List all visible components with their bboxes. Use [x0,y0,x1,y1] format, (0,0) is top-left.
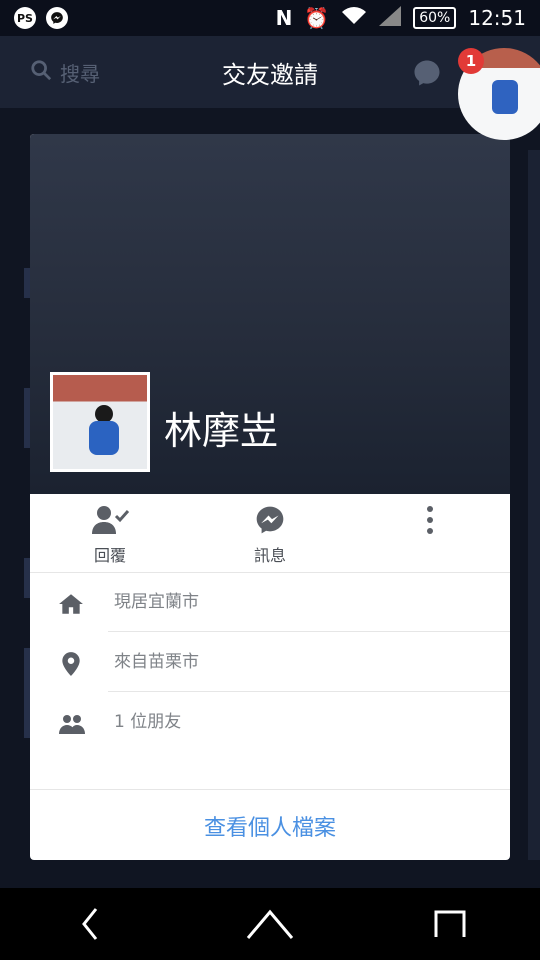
wifi-icon [341,6,367,31]
status-bar: PS N ⏰ 60% 12:51 [0,0,540,36]
next-card-edge [528,150,540,860]
messenger-icon[interactable] [412,58,442,94]
notification-badge: 1 [458,48,484,74]
recents-icon [434,910,466,937]
recents-button[interactable] [420,894,480,954]
info-row-current-city: 現居宜蘭市 [30,573,510,633]
nfc-icon: N [275,6,293,30]
profile-name[interactable]: 林摩岦 [164,400,278,455]
respond-label: 回覆 [93,546,126,565]
friends-icon [58,711,85,737]
friend-request-card: 林摩岦 回覆 訊息 現居宜蘭市 來自苗栗市 1 位朋友 查看個人檔案 [30,134,510,860]
message-button[interactable]: 訊息 [220,502,320,566]
hometown-text: 來自苗栗市 [108,633,510,692]
search-bar[interactable]: 搜尋 [30,58,100,87]
action-bar: 回覆 訊息 [30,494,510,573]
profile-picture[interactable] [50,372,150,472]
back-icon [82,908,98,940]
location-pin-icon [58,651,84,677]
view-profile-link[interactable]: 查看個人檔案 [30,789,510,860]
search-placeholder: 搜尋 [60,62,100,86]
home-nav-icon [246,909,294,939]
friends-count-text: 1 位朋友 [114,712,182,732]
more-options-button[interactable] [380,502,480,538]
home-button[interactable] [240,894,300,954]
profile-info-list: 現居宜蘭市 來自苗栗市 1 位朋友 [30,573,510,753]
more-vertical-icon [380,502,480,538]
search-icon [30,59,52,86]
ps-app-icon: PS [14,7,36,29]
signal-icon [379,5,402,31]
info-row-hometown: 來自苗栗市 [30,633,510,693]
home-icon [58,591,84,617]
chat-head[interactable]: 1 [456,48,540,142]
respond-button[interactable]: 回覆 [60,502,160,566]
clock: 12:51 [468,6,526,30]
current-city-text: 現居宜蘭市 [108,573,510,632]
info-row-friends: 1 位朋友 [30,693,510,753]
message-label: 訊息 [253,546,286,565]
navigation-bar [0,888,540,960]
page-title: 交友邀請 [222,60,318,89]
battery-indicator: 60% [413,7,457,29]
alarm-icon: ⏰ [304,6,330,30]
messenger-icon [46,7,68,29]
back-button[interactable] [60,894,120,954]
respond-user-check-icon [60,502,160,538]
messenger-icon [220,502,320,538]
